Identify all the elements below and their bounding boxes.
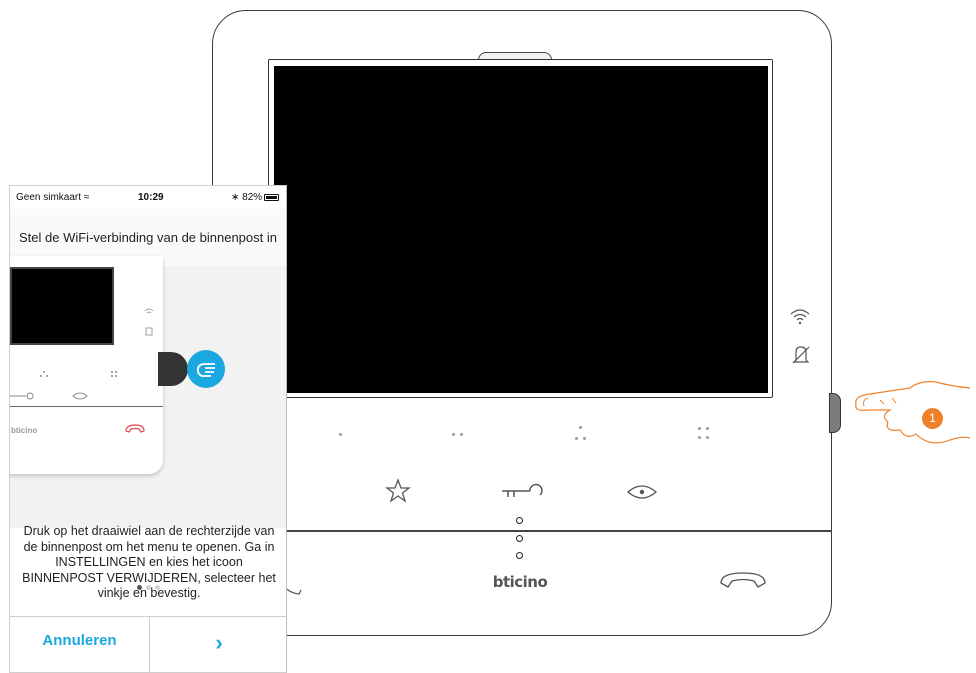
answer-icon[interactable] <box>718 570 768 590</box>
illustration-divider <box>10 406 163 407</box>
cancel-button[interactable]: Annuleren <box>10 617 150 672</box>
bell-off-icon <box>792 346 810 364</box>
device-illustration: bticino <box>10 256 163 474</box>
rotary-knob[interactable] <box>829 393 841 433</box>
tutorial-slide: bticino <box>10 256 286 590</box>
device-screen <box>274 66 768 393</box>
status-time: 10:29 <box>138 192 164 203</box>
illustration-side-icons <box>144 308 154 336</box>
footer-buttons: Annuleren › <box>10 616 286 672</box>
brand-logo: bticino <box>492 573 548 591</box>
callout-badge: 1 <box>922 408 943 429</box>
status-bar: Geen simkaart ≈ 10:29 ∗ 82% <box>10 186 286 208</box>
next-button[interactable]: › <box>150 617 286 672</box>
hang-up-icon[interactable] <box>285 584 307 600</box>
illustration-brand: bticino <box>11 426 38 435</box>
illustration-buttons <box>10 371 117 400</box>
device-divider <box>280 530 832 532</box>
bluetooth-icon: ∗ <box>231 192 240 203</box>
star-icon[interactable] <box>385 478 411 504</box>
key-icon[interactable] <box>500 482 546 502</box>
illustration-knob <box>158 352 188 386</box>
hand-pointer-icon <box>187 350 225 388</box>
battery-icon <box>264 194 279 201</box>
wifi-status-icon: ≈ <box>83 192 90 203</box>
eye-icon[interactable] <box>626 482 658 502</box>
instruction-text: Druk op het draaiwiel aan de rechterzijd… <box>22 524 276 600</box>
finger-pointer-icon <box>855 381 971 444</box>
illustration-screen <box>10 267 114 345</box>
bluetooth-battery-label: ∗ 82% <box>231 192 263 203</box>
carrier-label: Geen simkaart ≈ <box>16 192 90 203</box>
wifi-icon <box>790 309 810 325</box>
illustration-answer-icon <box>125 424 145 433</box>
phone-screen: Geen simkaart ≈ 10:29 ∗ 82% Stel de WiFi… <box>9 185 287 673</box>
